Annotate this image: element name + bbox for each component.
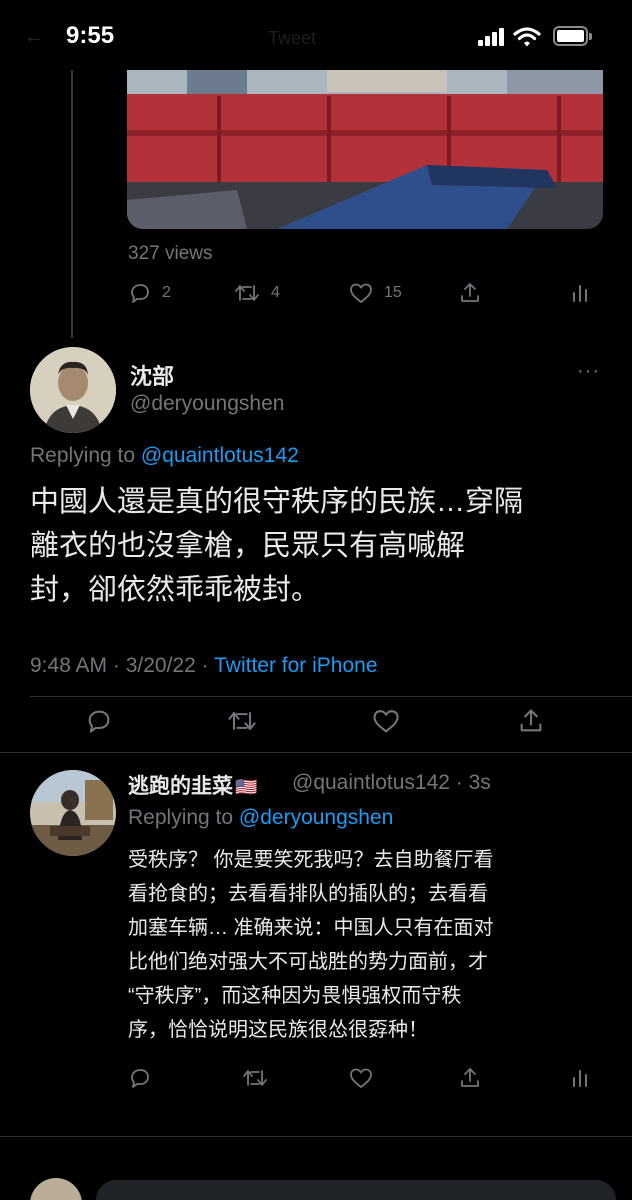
analytics-icon (573, 1070, 587, 1087)
analytics-icon (573, 285, 587, 302)
tweet-text-line: 中國人還是真的很守秩序的民族…穿隔 (30, 486, 524, 518)
replying-label: Replying to (128, 806, 234, 829)
tweet-text-line: “守秩序”，而这种因为畏惧强权而守秩 (128, 985, 462, 1007)
retweet-icon (228, 711, 256, 731)
share-button[interactable] (458, 1066, 482, 1090)
main-tweet-actions (85, 707, 555, 737)
user-handle-line: @quaintlotus142 · 3s (292, 771, 491, 794)
tweet-source-link[interactable]: Twitter for iPhone (214, 654, 377, 677)
replying-to: Replying to @deryoungshen (128, 806, 393, 830)
reply-tweet-text: 受秩序？ 你是要笑死我吗？去自助餐厅看 看抢食的；去看看排队的插队的；去看看 加… (128, 843, 598, 1047)
replying-label: Replying to (30, 444, 136, 467)
avatar[interactable] (30, 770, 116, 856)
tweet-text-line: 離衣的也沒拿槍，民眾只有高喊解 (30, 530, 466, 562)
tweet-date: 3/20/22 (125, 654, 196, 677)
divider (30, 696, 632, 697)
reply-button[interactable] (85, 707, 113, 735)
tweet-text-line: 封，卻依然乖乖被封。 (30, 574, 321, 606)
tweet-text: 中國人還是真的很守秩序的民族…穿隔 離衣的也沒拿槍，民眾只有高喊解 封，卻依然乖… (30, 480, 610, 612)
share-icon (520, 709, 542, 732)
tweet-text-line: 看抢食的；去看看排队的插队的；去看看 (128, 883, 488, 905)
wifi-icon (513, 27, 541, 47)
like-button[interactable] (348, 1066, 374, 1090)
tweet-age: 3s (468, 771, 491, 794)
share-icon (461, 1068, 479, 1087)
avatar[interactable] (30, 347, 116, 433)
tweet-text-line: 比他们绝对强大不可战胜的势力面前，才 (128, 951, 488, 973)
composer-avatar (30, 1178, 82, 1200)
tweet-text-line: 序，恰恰说明这民族很怂很孬种！ (128, 1019, 428, 1041)
retweet-count: 4 (271, 284, 280, 301)
back-arrow-icon[interactable]: ← (24, 26, 44, 49)
thread-line (71, 70, 73, 338)
heart-icon (373, 710, 399, 733)
reply-tweet-actions (128, 1066, 598, 1096)
view-count: 327 views (128, 243, 213, 264)
like-button[interactable]: 15 (348, 281, 402, 305)
share-button[interactable] (517, 707, 545, 735)
status-time: 9:55 (66, 22, 115, 49)
reply-button[interactable] (128, 1066, 152, 1090)
previous-tweet-actions: 2 4 15 (128, 281, 598, 311)
display-name[interactable]: 逃跑的韭菜 🇺🇸 (128, 770, 257, 800)
divider (0, 1136, 632, 1137)
cellular-signal-icon (478, 28, 504, 46)
retweet-button[interactable] (241, 1066, 269, 1090)
header-title: Tweet (268, 28, 317, 48)
display-name-text: 逃跑的韭菜 (128, 775, 233, 798)
retweet-button[interactable] (226, 707, 258, 735)
tweet-time: 9:48 AM (30, 654, 108, 677)
like-count: 15 (384, 284, 402, 301)
analytics-button[interactable] (570, 281, 590, 305)
retweet-icon (243, 1070, 267, 1086)
heart-icon (350, 283, 372, 303)
tweet-text-line: 受秩序？ 你是要笑死我吗？去自助餐厅看 (128, 849, 494, 871)
status-bar: ← Tweet 9:55 (0, 0, 632, 70)
battery-icon (553, 26, 592, 46)
us-flag-icon: 🇺🇸 (235, 777, 258, 797)
tweet-metadata: 9:48 AM · 3/20/22 · Twitter for iPhone (30, 654, 378, 677)
replying-handle-link[interactable]: @quaintlotus142 (141, 444, 299, 467)
divider (0, 752, 632, 753)
analytics-button[interactable] (570, 1066, 590, 1090)
replying-to: Replying to @quaintlotus142 (30, 444, 299, 468)
replying-handle-link[interactable]: @deryoungshen (239, 806, 393, 829)
tweet-media-video[interactable] (127, 70, 603, 229)
retweet-button[interactable]: 4 (233, 281, 280, 305)
tweet-text-line: 加塞车辆… 准确来说：中国人只有在面对 (128, 917, 494, 939)
heart-icon (350, 1068, 372, 1088)
share-icon (461, 283, 479, 302)
retweet-icon (235, 285, 259, 301)
display-name[interactable]: 沈部 (130, 359, 174, 391)
share-button[interactable] (458, 281, 482, 305)
user-handle[interactable]: @deryoungshen (130, 392, 284, 416)
user-handle[interactable]: @quaintlotus142 (292, 771, 450, 794)
reply-icon (88, 710, 110, 733)
reply-button[interactable]: 2 (128, 281, 171, 305)
reply-count: 2 (162, 284, 171, 301)
reply-icon (131, 1069, 149, 1088)
reply-composer-input[interactable] (96, 1180, 616, 1200)
like-button[interactable] (371, 707, 401, 735)
more-options-icon[interactable]: ··· (577, 360, 600, 383)
reply-icon (131, 284, 149, 303)
